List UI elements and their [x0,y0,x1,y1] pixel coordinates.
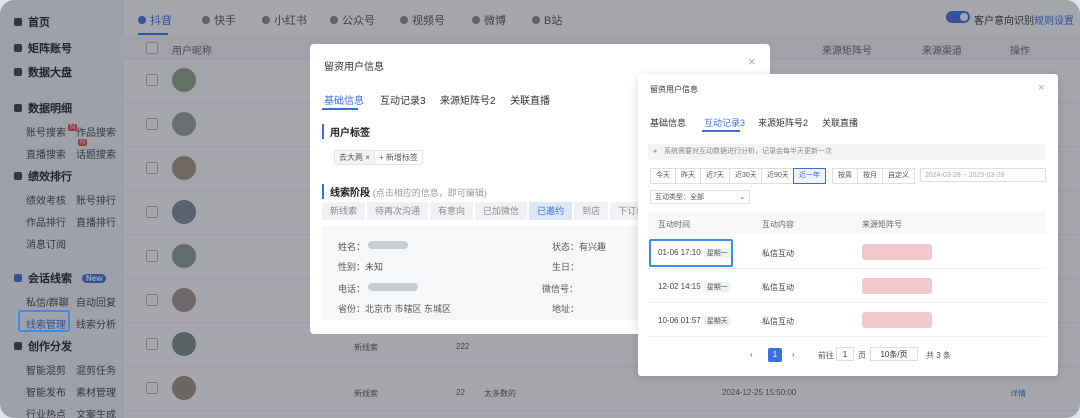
stage-step[interactable]: 到店 [574,202,609,220]
col-time: 互动时间 [658,220,690,229]
filter-today[interactable]: 今天 [650,168,676,184]
info-box: 姓名： 性别：未知 电话： 省份：北京市 市辖区 东城区 状态：有兴趣 生日： … [322,226,682,320]
blurred-phone [368,283,418,291]
chevron-down-icon: ⌄ [739,194,745,201]
interaction-content: 私信互动 [762,283,794,292]
filter-7d[interactable]: 近7天 [700,168,730,184]
tab-related-live[interactable]: 关联直播 [822,116,858,129]
next-page-button[interactable]: › [792,350,795,359]
filter-yesterday[interactable]: 昨天 [675,168,701,184]
blurred-source [862,312,932,328]
tab-source-matrix[interactable]: 来源矩阵号2 [440,92,496,107]
chip-close-icon[interactable]: × [365,153,370,162]
filter-month[interactable]: 按月 [857,168,883,184]
field-wechat: 微信号： [542,284,579,294]
blurred-source [862,278,932,294]
filter-90d[interactable]: 近90天 [761,168,795,184]
add-tag-button[interactable]: + 新增标签 [374,150,423,165]
col-content: 互动内容 [762,220,794,229]
filter-week[interactable]: 按周 [832,168,858,184]
interaction-time: 10-06 01:57 星期天 [658,316,731,326]
info-icon: ● [653,148,658,155]
field-phone: 电话： [338,284,366,294]
tab-basic-info[interactable]: 基础信息 [324,92,364,107]
table-row[interactable]: 10-06 01:57 星期天 私信互动 [648,304,1046,337]
prev-page-button[interactable]: ‹ [750,350,753,359]
tag-chip[interactable]: 去大两 × [334,150,375,165]
section-lead-stage: 线索阶段 (点击相应的信息，即可编辑) [322,184,487,199]
filter-30d[interactable]: 近30天 [729,168,763,184]
close-icon[interactable]: × [748,54,756,69]
filter-custom[interactable]: 自定义 [882,168,915,184]
stage-step[interactable]: 待再次沟通 [367,202,429,220]
tab-interaction[interactable]: 互动记录3 [704,116,745,129]
info-tip: ● 系统需要对互动数据进行分析，记录会每半天更新一次 [648,144,1046,160]
field-address: 地址： [552,304,580,314]
goto-unit: 页 [858,351,866,360]
interaction-modal: 留资用户信息 × 基础信息 互动记录3 来源矩阵号2 关联直播 ● 系统需要对互动… [638,74,1058,376]
modal-title: 留资用户信息 [650,85,698,94]
stage-step-current[interactable]: 已邀约 [529,202,573,220]
field-name: 姓名： [338,242,366,252]
total-count: 共 3 条 [926,351,951,360]
page-size-select[interactable]: 10条/页 [870,347,918,361]
tab-related-live[interactable]: 关联直播 [510,92,550,107]
interaction-time: 12-02 14:15 星期一 [658,282,731,292]
stage-step[interactable]: 有意向 [430,202,474,220]
field-birthday: 生日： [552,262,580,272]
field-gender: 性别：未知 [338,262,384,272]
goto-label: 前往 [818,351,834,360]
interaction-type-select[interactable]: 互动类型：全部 ⌄ [650,190,750,204]
date-range-input[interactable]: 2024-03-28 ~ 2025-03-28 [920,168,1046,182]
stage-steps: 新线索 待再次沟通 有意向 已加微信 已邀约 到店 下订单 [322,202,655,220]
col-source: 来源矩阵号 [862,220,902,229]
page-1-button[interactable]: 1 [768,348,782,362]
interaction-content: 私信互动 [762,317,794,326]
highlight-first-interaction [649,239,733,267]
interaction-content: 私信互动 [762,249,794,258]
stage-step[interactable]: 新线索 [322,202,366,220]
section-user-tags: 用户标签 [322,124,370,139]
field-status: 状态：有兴趣 [552,242,607,252]
stage-step[interactable]: 已加微信 [475,202,528,220]
app-frame: 首页 矩阵账号 数据大盘 数据明细 账号搜索N 作品搜索N 直播搜索 话题搜索 … [0,0,1080,418]
blurred-name [368,241,408,249]
goto-input[interactable]: 1 [836,347,854,361]
tab-basic-info[interactable]: 基础信息 [650,116,686,129]
tab-source-matrix[interactable]: 来源矩阵号2 [758,116,808,129]
close-icon[interactable]: × [1038,82,1044,94]
modal-title: 留资用户信息 [324,62,384,73]
table-row[interactable]: 12-02 14:15 星期一 私信互动 [648,270,1046,303]
blurred-source [862,244,932,260]
interaction-table-header: 互动时间 互动内容 来源矩阵号 [648,212,1046,234]
active-tab-indicator [702,130,740,132]
highlight-lead-manage [18,310,70,332]
field-province: 省份：北京市 市辖区 东城区 [338,304,452,314]
active-tab-indicator [322,108,358,110]
tab-interaction[interactable]: 互动记录3 [380,92,426,107]
filter-1y[interactable]: 近一年 [793,168,826,184]
